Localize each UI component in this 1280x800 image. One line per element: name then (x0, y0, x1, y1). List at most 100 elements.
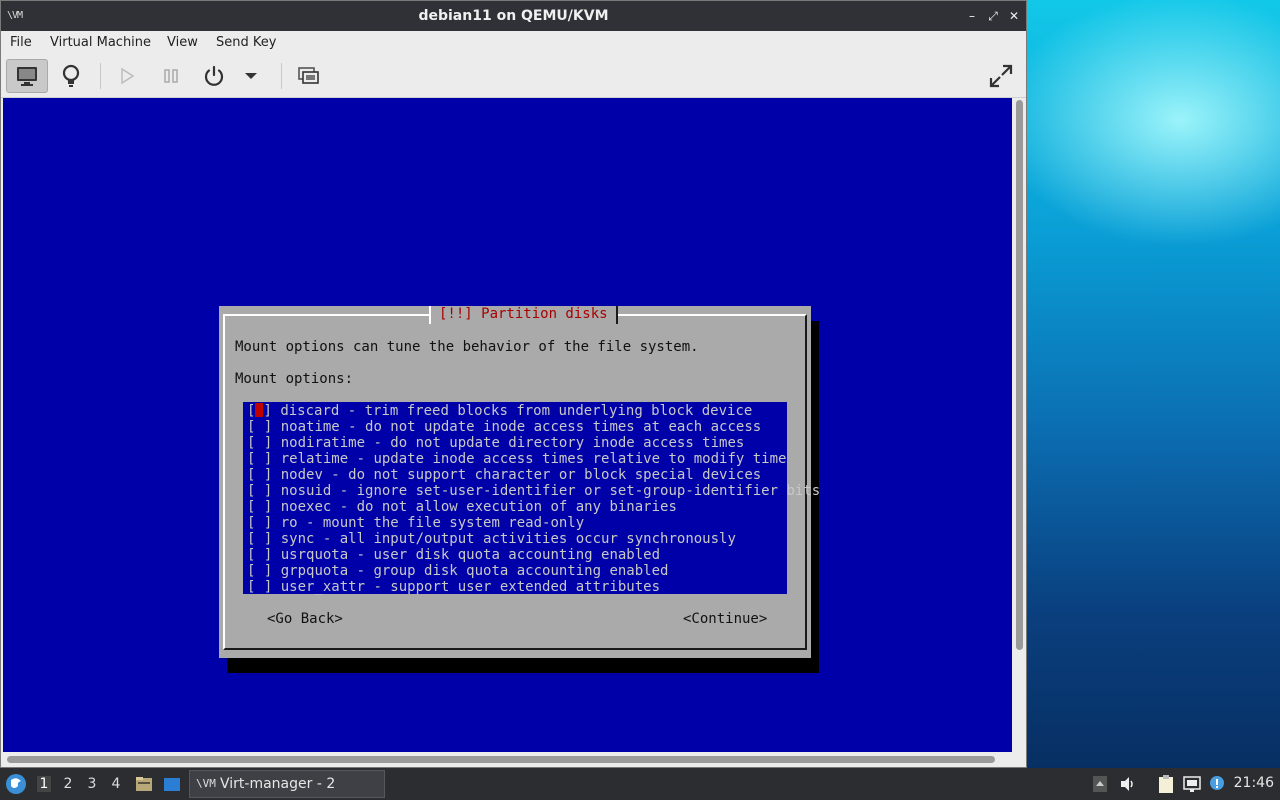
text-cursor (255, 403, 264, 417)
start-menu-button[interactable] (5, 773, 27, 795)
taskbar: 1 2 3 4 \VM Virt-manager - 2 wind... 21:… (0, 768, 1280, 800)
menu-send-key[interactable]: Send Key (216, 35, 276, 50)
dialog-description: Mount options can tune the behavior of t… (235, 339, 699, 355)
maximize-button[interactable]: ⤢ (984, 7, 1002, 25)
tray-network[interactable] (1182, 774, 1202, 794)
option-relatime[interactable]: [ ] relatime - update inode access times… (247, 451, 787, 467)
pause-button[interactable] (150, 59, 192, 93)
checkbox[interactable]: [ ] (247, 451, 272, 467)
tray-arrow[interactable] (1090, 774, 1110, 794)
option-label: relatime - update inode access times rel… (280, 451, 787, 467)
option-label: grpquota - group disk quota accounting e… (280, 563, 669, 579)
details-lightbulb-icon (62, 64, 80, 87)
option-label: ro - mount the file system read-only (280, 515, 585, 531)
checkbox[interactable]: [ ] (247, 483, 272, 499)
dropdown-arrow-icon (245, 73, 257, 79)
menu-file[interactable]: File (10, 35, 32, 50)
option-label: nodiratime - do not update directory ino… (280, 435, 745, 451)
continue-button[interactable]: <Continue> (683, 611, 767, 627)
checkbox[interactable]: [ ] (247, 547, 272, 563)
workspace-2[interactable]: 2 (61, 776, 75, 792)
clock[interactable]: 21:46 (1234, 775, 1274, 791)
option-label: user_xattr - support user extended attri… (280, 579, 661, 595)
taskbar-item-virt-manager[interactable]: \VM Virt-manager - 2 wind... (189, 770, 385, 798)
option-label: nosuid - ignore set-user-identifier or s… (280, 483, 821, 499)
file-manager-launcher[interactable] (134, 774, 154, 794)
start-menu-icon (6, 774, 26, 794)
minimize-button[interactable]: – (963, 7, 981, 25)
power-icon (204, 65, 224, 86)
checkbox[interactable]: [ ] (247, 435, 272, 451)
fullscreen-button[interactable] (980, 59, 1022, 93)
checkbox[interactable]: [ ] (247, 515, 272, 531)
vm-console-display[interactable]: [!!] Partition disks Mount options can t… (3, 98, 1012, 752)
notification-icon (1210, 776, 1224, 790)
checkbox[interactable]: [ ] (247, 563, 272, 579)
window-title: debian11 on QEMU/KVM (418, 8, 609, 24)
option-usrquota[interactable]: [ ] usrquota - user disk quota accountin… (247, 547, 787, 563)
scrollbar-thumb[interactable] (1016, 100, 1023, 650)
option-grpquota[interactable]: [ ] grpquota - group disk quota accounti… (247, 563, 787, 579)
option-nosuid[interactable]: [ ] nosuid - ignore set-user-identifier … (247, 483, 820, 499)
checkbox[interactable]: [ ] (247, 579, 272, 595)
tray-clipboard[interactable] (1156, 774, 1176, 794)
checkbox[interactable]: [ ] (247, 419, 272, 435)
network-icon (1183, 776, 1201, 792)
option-label: sync - all input/output activities occur… (280, 531, 736, 547)
pause-icon (164, 69, 178, 83)
fullscreen-icon (989, 64, 1013, 88)
tray-volume[interactable] (1118, 774, 1138, 794)
option-label: discard - trim freed blocks from underly… (280, 403, 753, 419)
option-nodev[interactable]: [ ] nodev - do not support character or … (247, 467, 787, 483)
option-label: noexec - do not allow execution of any b… (280, 499, 677, 515)
shutdown-button[interactable] (193, 59, 235, 93)
workspace-4[interactable]: 4 (109, 776, 123, 792)
mount-options-list[interactable]: [] discard - trim freed blocks from unde… (243, 402, 820, 595)
task-label: Virt-manager - 2 wind... (220, 776, 336, 792)
close-button[interactable]: ✕ (1005, 7, 1023, 25)
option-noatime[interactable]: [ ] noatime - do not update inode access… (247, 419, 787, 435)
show-details-button[interactable] (50, 59, 92, 93)
file-manager-icon (136, 777, 152, 791)
arrow-up-icon (1093, 776, 1107, 792)
horizontal-scrollbar[interactable] (3, 752, 1013, 767)
partition-disks-dialog: [!!] Partition disks Mount options can t… (219, 306, 820, 658)
option-discard[interactable]: [] discard - trim freed blocks from unde… (247, 403, 787, 419)
checkbox[interactable]: [] (247, 403, 272, 419)
option-noexec[interactable]: [ ] noexec - do not allow execution of a… (247, 499, 787, 515)
toolbar-separator (281, 63, 282, 89)
show-desktop-button[interactable] (162, 774, 182, 794)
menubar: File Virtual Machine View Send Key (1, 31, 1026, 55)
run-icon (121, 67, 135, 85)
option-label: usrquota - user disk quota accounting en… (280, 547, 661, 563)
console-icon (17, 67, 37, 86)
workspace-3[interactable]: 3 (85, 776, 99, 792)
run-button[interactable] (106, 59, 148, 93)
vertical-scrollbar[interactable] (1013, 98, 1026, 752)
workspace-1[interactable]: 1 (37, 776, 51, 792)
option-nodiratime[interactable]: [ ] nodiratime - do not update directory… (247, 435, 787, 451)
snapshots-button[interactable] (287, 59, 329, 93)
show-console-button[interactable] (6, 59, 48, 93)
mount-options-label: Mount options: (235, 371, 354, 387)
option-ro[interactable]: [ ] ro - mount the file system read-only (247, 515, 787, 531)
checkbox[interactable]: [ ] (247, 467, 272, 483)
virt-manager-task-icon: \VM (196, 777, 216, 790)
shutdown-menu-button[interactable] (233, 59, 269, 93)
menu-view[interactable]: View (167, 35, 198, 50)
clipboard-icon (1159, 775, 1173, 793)
go-back-button[interactable]: <Go Back> (267, 611, 343, 627)
snapshot-icon (298, 67, 319, 84)
volume-icon (1121, 777, 1133, 791)
menu-virtual-machine[interactable]: Virtual Machine (50, 35, 151, 50)
checkbox[interactable]: [ ] (247, 531, 272, 547)
window-titlebar[interactable]: \VM debian11 on QEMU/KVM – ⤢ ✕ (1, 1, 1026, 31)
virt-manager-window: \VM debian11 on QEMU/KVM – ⤢ ✕ File Virt… (0, 0, 1027, 768)
desktop-icon (164, 778, 180, 791)
option-sync[interactable]: [ ] sync - all input/output activities o… (247, 531, 787, 547)
scrollbar-thumb[interactable] (7, 756, 995, 763)
tray-notification[interactable] (1207, 774, 1227, 794)
option-user-xattr[interactable]: [ ] user_xattr - support user extended a… (247, 579, 787, 595)
checkbox[interactable]: [ ] (247, 499, 272, 515)
toolbar (1, 55, 1026, 98)
